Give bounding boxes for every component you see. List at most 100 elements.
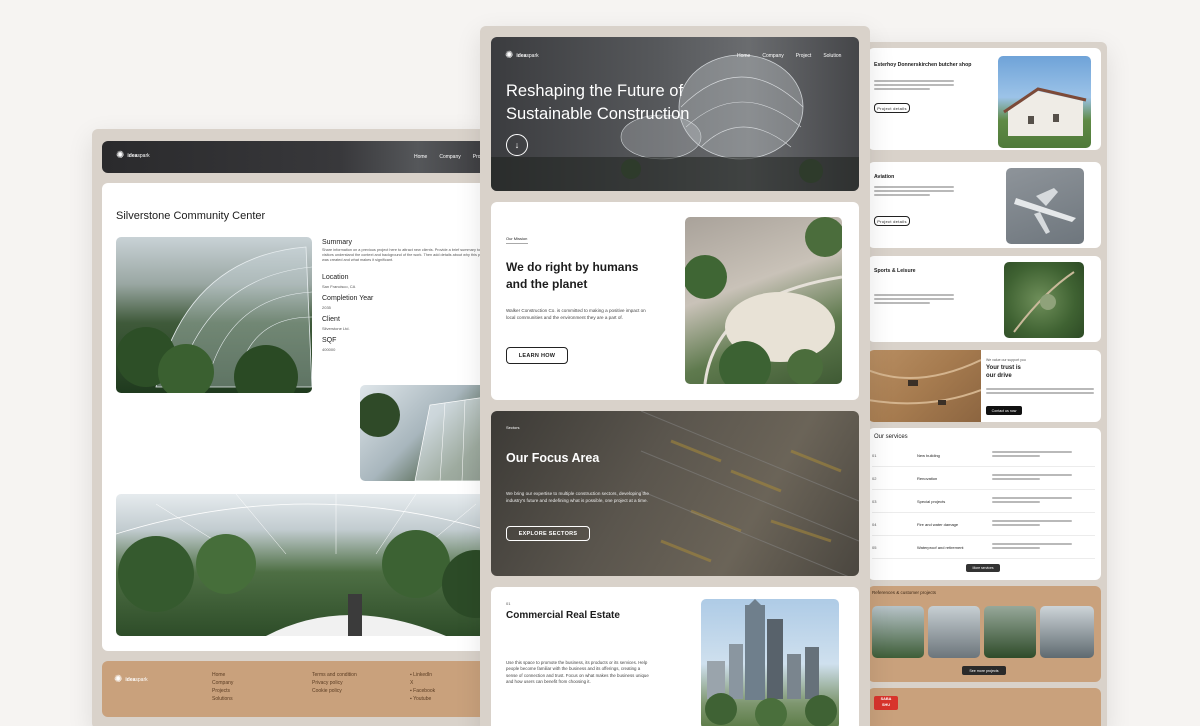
- service-row[interactable]: 05 Waterproof and retirement: [872, 536, 1095, 559]
- project-detail-card: Silverstone Community Center Summary Sha…: [102, 183, 492, 651]
- reference-thumb[interactable]: [872, 606, 924, 658]
- footer-link-solutions[interactable]: Solutions: [212, 695, 233, 703]
- client-label: Client: [322, 316, 340, 323]
- atrium-garden-image: [116, 494, 492, 636]
- footer-nav-col: Home Company Projects Solutions: [212, 671, 233, 703]
- references-title: References & customer projects: [872, 590, 937, 595]
- eyebrow-divider: [506, 243, 528, 244]
- aerial-park-graphic: [1013, 271, 1075, 333]
- nav-home[interactable]: Home: [737, 53, 750, 59]
- mission-eyebrow: Our Mission: [506, 236, 528, 241]
- service-row[interactable]: 01 New building: [872, 444, 1095, 467]
- contact-button[interactable]: Contact us now: [986, 406, 1022, 415]
- explore-sectors-button[interactable]: EXPLORE SECTORS: [506, 526, 590, 541]
- project-description: [874, 80, 954, 92]
- hero-title: Reshaping the Future of Sustainable Cons…: [506, 82, 690, 123]
- footer-link-youtube[interactable]: ▪ Youtube: [410, 695, 435, 703]
- more-services-button[interactable]: More services: [966, 564, 1000, 572]
- linkedin-icon: ▪: [410, 672, 412, 678]
- brand-logo[interactable]: ✺ idea spark: [116, 151, 150, 161]
- aerial-plaza-image: [685, 217, 842, 384]
- project-details-button[interactable]: Project details: [874, 216, 910, 226]
- trust-card: We value our support you Your trust is o…: [868, 350, 1101, 422]
- services-title: Our services: [874, 434, 908, 440]
- learn-how-button[interactable]: LEARN HOW: [506, 347, 568, 364]
- aviation-image: [1006, 168, 1084, 244]
- footer-link-company[interactable]: Company: [212, 679, 233, 687]
- summary-label: Summary: [322, 239, 352, 246]
- spark-icon: ✺: [505, 50, 514, 61]
- footer-legal-col: Terms and condition Privacy policy Cooki…: [312, 671, 357, 695]
- project-card-aviation: Aviation Project details: [868, 162, 1101, 248]
- references-section: References & customer projects See more …: [868, 586, 1101, 682]
- footer-social-col: ▪ LinkedIn X ▪ Facebook ▪ Youtube: [410, 671, 435, 703]
- completion-value: 2035: [322, 305, 331, 310]
- nav-solution[interactable]: Solution: [823, 53, 841, 59]
- service-row[interactable]: 03 Special projects: [872, 490, 1095, 513]
- scroll-down-button[interactable]: ↓: [506, 134, 528, 156]
- hero-nav-links: Home Company Project Solution: [725, 53, 841, 59]
- reference-thumb[interactable]: [928, 606, 980, 658]
- left-navbar: ✺ ideaspark Home Company Project Solutio…: [102, 141, 492, 173]
- service-row[interactable]: 04 Fire and water damage: [872, 513, 1095, 536]
- trust-description: [986, 388, 1094, 396]
- left-footer: ✺ idea spark Home Company Projects Soluti…: [102, 661, 492, 717]
- reference-thumb[interactable]: [1040, 606, 1094, 658]
- footer-link-privacy[interactable]: Privacy policy: [312, 679, 357, 687]
- youtube-icon: ▪: [410, 696, 412, 702]
- spark-icon: ✺: [116, 150, 125, 161]
- cre-text: Use this space to promote the business, …: [506, 660, 649, 684]
- house-graphic: [1003, 87, 1087, 136]
- footer-link-terms[interactable]: Terms and condition: [312, 671, 357, 679]
- excavation-image: [868, 350, 981, 422]
- excavator-graphic: [868, 359, 981, 405]
- mission-text: Walker Construction Co. is committed to …: [506, 308, 646, 320]
- nav-company[interactable]: Company: [439, 154, 460, 160]
- completion-label: Completion Year: [322, 295, 374, 302]
- arrow-down-icon: ↓: [514, 140, 520, 150]
- left-nav-links: Home Company Project Solution: [402, 154, 492, 160]
- cre-title: Commercial Real Estate: [506, 610, 620, 621]
- mission-section: Our Mission We do right by humans and th…: [491, 202, 859, 400]
- see-more-projects-button[interactable]: See more projects: [962, 666, 1006, 675]
- project-description: [874, 186, 954, 198]
- nav-home[interactable]: Home: [414, 154, 427, 160]
- footer-link-linkedin[interactable]: ▪ LinkedIn: [410, 671, 435, 679]
- nav-company[interactable]: Company: [762, 53, 783, 59]
- footer-link-cookie[interactable]: Cookie policy: [312, 687, 357, 695]
- footer-link-projects[interactable]: Projects: [212, 687, 233, 695]
- client-value: Silverstone Ltd.: [322, 326, 350, 331]
- project-card-butcher: Esterhoy Donnerskirchen butcher shop Pro…: [868, 48, 1101, 150]
- trust-eyebrow: We value our support you: [986, 358, 1026, 362]
- focus-title: Our Focus Area: [506, 451, 600, 465]
- reference-thumb[interactable]: [984, 606, 1036, 658]
- page-title: Silverstone Community Center: [116, 210, 266, 222]
- airplane-graphic: [1014, 188, 1076, 234]
- project-title: Sports & Leisure: [874, 268, 916, 274]
- right-footer: SABA SHU: [868, 688, 1101, 726]
- project-details-button[interactable]: Project details: [874, 103, 910, 113]
- city-skyline-image: [701, 599, 839, 726]
- brand-logo[interactable]: ✺ idea spark: [505, 51, 539, 61]
- footer-link-x[interactable]: X: [410, 679, 435, 687]
- mission-title: We do right by humans and the planet: [506, 260, 639, 291]
- dome-forest-image: [116, 237, 312, 393]
- trust-title: Your trust is our drive: [986, 365, 1021, 379]
- footer-link-home[interactable]: Home: [212, 671, 233, 679]
- services-card: Our services 01 New building 02 Renovation…: [868, 428, 1101, 580]
- footer-link-facebook[interactable]: ▪ Facebook: [410, 687, 435, 695]
- section-number: 01: [506, 601, 511, 606]
- service-row[interactable]: 02 Renovation: [872, 467, 1095, 490]
- nav-project[interactable]: Project: [796, 53, 812, 59]
- project-title: Esterhoy Donnerskirchen butcher shop: [874, 62, 972, 68]
- left-mockup: ✺ ideaspark Home Company Project Solutio…: [92, 129, 492, 726]
- focus-area-section: Sectors Our Focus Area We bring our expe…: [491, 411, 859, 576]
- commercial-real-estate-section: 01 Commercial Real Estate Use this space…: [491, 587, 859, 726]
- glass-facade-graphic: [360, 393, 492, 481]
- sqf-value: 400000: [322, 347, 336, 352]
- butcher-shop-image: [998, 56, 1091, 148]
- center-mockup: ✺ idea spark Home Company Project Solutio…: [480, 26, 870, 726]
- project-card-sports: Sports & Leisure: [868, 256, 1101, 342]
- location-label: Location: [322, 274, 349, 281]
- footer-logo[interactable]: ✺ idea spark: [114, 675, 148, 685]
